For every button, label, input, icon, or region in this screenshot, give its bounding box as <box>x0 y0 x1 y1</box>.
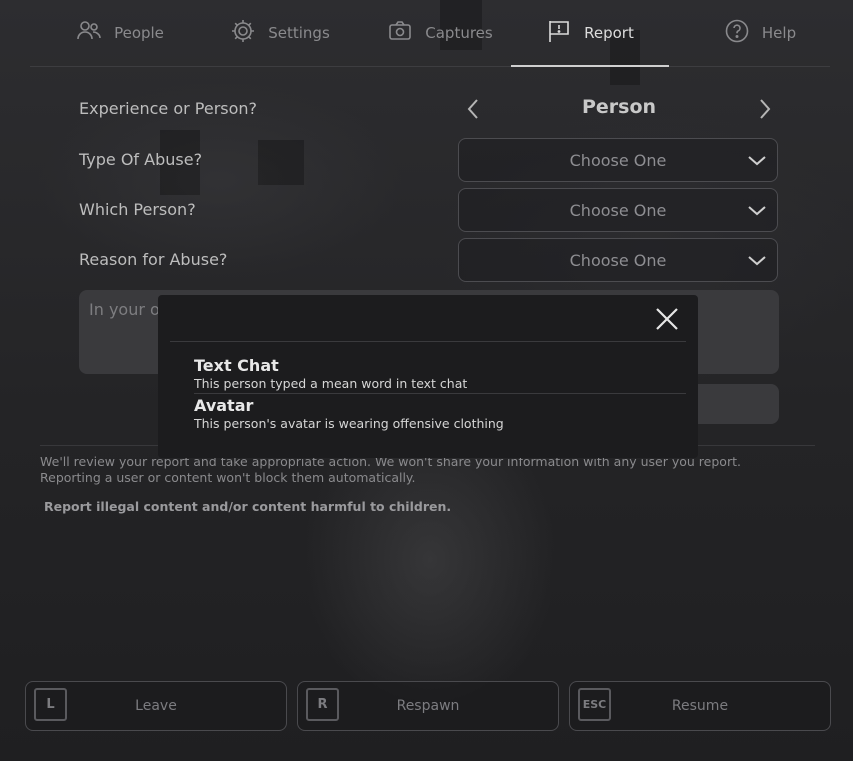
tab-bar: People Settings Captures Report Help <box>30 0 830 67</box>
camera-icon <box>387 18 413 48</box>
close-icon[interactable] <box>653 305 681 333</box>
experience-or-person-value: Person <box>581 96 657 118</box>
which-person-label: Which Person? <box>79 200 196 219</box>
respawn-button[interactable]: R Respawn <box>297 681 559 731</box>
tab-settings[interactable]: Settings <box>210 0 350 66</box>
option-title: Text Chat <box>194 356 279 375</box>
button-label: Leave <box>135 698 177 714</box>
type-of-abuse-label: Type Of Abuse? <box>79 150 203 169</box>
dropdown-value: Choose One <box>569 151 667 170</box>
reason-dropdown[interactable]: Choose One <box>458 238 778 282</box>
experience-or-person-label: Experience or Person? <box>79 99 258 118</box>
tab-label: Help <box>761 24 797 42</box>
option-description: This person typed a mean word in text ch… <box>194 376 468 391</box>
flag-icon <box>546 18 572 48</box>
comment-placeholder: In your o <box>89 300 160 319</box>
report-note: We'll review your report and take approp… <box>40 454 741 485</box>
chevron-right-icon[interactable] <box>752 97 776 121</box>
option-text-chat[interactable]: Text Chat This person typed a mean word … <box>194 356 467 391</box>
help-icon <box>724 18 750 48</box>
chevron-down-icon <box>747 251 767 271</box>
tab-label: Captures <box>425 24 493 42</box>
option-description: This person's avatar is wearing offensiv… <box>194 416 504 431</box>
reason-label: Reason for Abuse? <box>79 250 228 269</box>
tab-captures[interactable]: Captures <box>370 0 510 66</box>
which-person-dropdown[interactable]: Choose One <box>458 188 778 232</box>
popup-divider <box>170 341 686 342</box>
tab-label: Report <box>584 24 634 42</box>
tab-label: Settings <box>268 24 330 42</box>
people-icon <box>76 18 102 48</box>
dropdown-value: Choose One <box>569 201 667 220</box>
option-avatar[interactable]: Avatar This person's avatar is wearing o… <box>194 396 504 431</box>
tab-help[interactable]: Help <box>690 0 830 66</box>
chevron-down-icon <box>747 151 767 171</box>
tab-people[interactable]: People <box>50 0 190 66</box>
button-label: Respawn <box>396 698 460 714</box>
option-divider <box>194 393 686 394</box>
dropdown-value: Choose One <box>569 251 667 270</box>
chevron-down-icon <box>747 201 767 221</box>
leave-button[interactable]: L Leave <box>25 681 287 731</box>
gear-icon <box>230 18 256 48</box>
tab-label: People <box>114 24 164 42</box>
abuse-type-popup: Text Chat This person typed a mean word … <box>158 295 698 458</box>
submit-button[interactable] <box>690 384 779 424</box>
report-illegal-content-link[interactable]: Report illegal content and/or content ha… <box>44 499 451 514</box>
tab-report[interactable]: Report <box>511 0 669 67</box>
experience-or-person-selector: Person <box>458 90 780 128</box>
resume-button[interactable]: ESC Resume <box>569 681 831 731</box>
button-label: Resume <box>671 698 729 714</box>
option-title: Avatar <box>194 396 254 415</box>
type-of-abuse-dropdown[interactable]: Choose One <box>458 138 778 182</box>
